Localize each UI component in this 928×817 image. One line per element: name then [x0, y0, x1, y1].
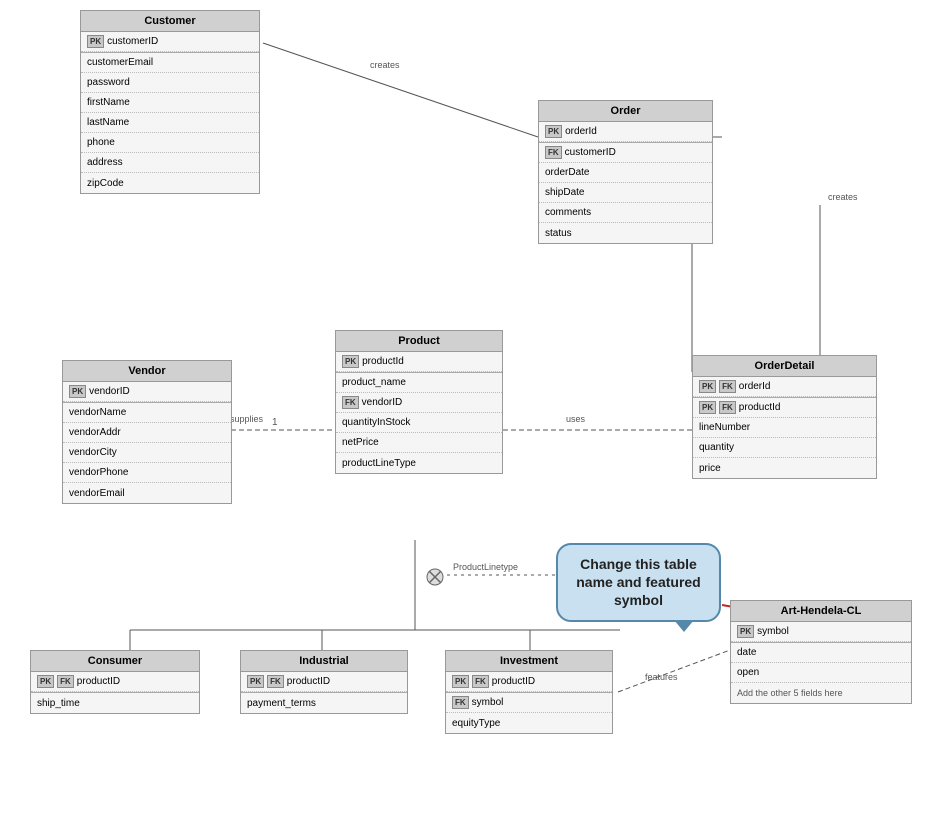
field-vendoraddr: vendorAddr	[63, 423, 231, 443]
field-linenumber: lineNumber	[693, 418, 876, 438]
fk-badge: FK	[472, 675, 489, 688]
pk-badge: PK	[699, 380, 716, 393]
table-art-hendela-fields: PK symbol date open Add the other 5 fiel…	[731, 622, 911, 703]
table-investment-fields: PK FK productID FK symbol equityType	[446, 672, 612, 733]
table-orderdetail-header: OrderDetail	[693, 356, 876, 377]
table-product-fields: PK productId product_name FK vendorID qu…	[336, 352, 502, 473]
table-order-header: Order	[539, 101, 712, 122]
label-creates-right: creates	[828, 192, 858, 202]
field-password: password	[81, 73, 259, 93]
table-orderdetail-fields: PK FK orderId PK FK productId lineNumber…	[693, 377, 876, 478]
table-industrial-header: Industrial	[241, 651, 407, 672]
pk-badge: PK	[247, 675, 264, 688]
field-quantityinstock: quantityInStock	[336, 413, 502, 433]
field-lastname: lastName	[81, 113, 259, 133]
pk-badge: PK	[87, 35, 104, 48]
field-equitytype: equityType	[446, 713, 612, 733]
label-creates-top: creates	[370, 60, 400, 70]
table-art-hendela-header: Art-Hendela-CL	[731, 601, 911, 622]
field-investment-productid: PK FK productID	[446, 672, 612, 692]
table-product: Product PK productId product_name FK ven…	[335, 330, 503, 474]
pk-badge: PK	[69, 385, 86, 398]
field-customerid: PK customerID	[81, 32, 259, 52]
callout-text: Change this table name and featured symb…	[576, 556, 700, 608]
fk-badge: FK	[267, 675, 284, 688]
field-address: address	[81, 153, 259, 173]
label-uses: uses	[566, 414, 586, 424]
field-art-date: date	[731, 643, 911, 663]
pk-badge: PK	[737, 625, 754, 638]
label-supplies: supplies	[230, 414, 264, 424]
field-productid: PK productId	[336, 352, 502, 372]
field-order-customerid: FK customerID	[539, 143, 712, 163]
fk-badge: FK	[719, 401, 736, 414]
table-order: Order PK orderId FK customerID orderDate…	[538, 100, 713, 244]
fk-badge: FK	[719, 380, 736, 393]
field-zipcode: zipCode	[81, 173, 259, 193]
svg-text:1: 1	[272, 417, 278, 428]
pk-badge: PK	[37, 675, 54, 688]
table-customer-fields: PK customerID customerEmail password fir…	[81, 32, 259, 193]
field-orderid: PK orderId	[539, 122, 712, 142]
table-customer: Customer PK customerID customerEmail pas…	[80, 10, 260, 194]
table-consumer-fields: PK FK productID ship_time	[31, 672, 199, 713]
field-art-open: open	[731, 663, 911, 683]
field-customeremail: customerEmail	[81, 53, 259, 73]
table-vendor-fields: PK vendorID vendorName vendorAddr vendor…	[63, 382, 231, 503]
callout-bubble: Change this table name and featured symb…	[556, 543, 721, 622]
productlinetype-symbol	[425, 567, 445, 590]
field-shipdate: shipDate	[539, 183, 712, 203]
field-comments: comments	[539, 203, 712, 223]
label-features: features	[645, 672, 678, 682]
field-netprice: netPrice	[336, 433, 502, 453]
field-investment-symbol: FK symbol	[446, 693, 612, 713]
field-product-name: product_name	[336, 373, 502, 393]
fk-badge: FK	[342, 396, 359, 409]
fk-badge: FK	[545, 146, 562, 159]
field-industrial-productid: PK FK productID	[241, 672, 407, 692]
table-industrial: Industrial PK FK productID payment_terms	[240, 650, 408, 714]
pk-badge: PK	[452, 675, 469, 688]
diagram-canvas: creates creates supplies 1 uses features	[0, 0, 928, 817]
table-order-fields: PK orderId FK customerID orderDate shipD…	[539, 122, 712, 243]
field-od-productid: PK FK productId	[693, 398, 876, 418]
field-phone: phone	[81, 133, 259, 153]
field-product-vendorid: FK vendorID	[336, 393, 502, 413]
field-vendorname: vendorName	[63, 403, 231, 423]
field-price: price	[693, 458, 876, 478]
table-customer-header: Customer	[81, 11, 259, 32]
field-art-symbol: PK symbol	[731, 622, 911, 642]
table-investment: Investment PK FK productID FK symbol equ…	[445, 650, 613, 734]
fk-badge: FK	[57, 675, 74, 688]
table-industrial-fields: PK FK productID payment_terms	[241, 672, 407, 713]
table-product-header: Product	[336, 331, 502, 352]
field-consumer-productid: PK FK productID	[31, 672, 199, 692]
field-productlinetype: productLineType	[336, 453, 502, 473]
field-status: status	[539, 223, 712, 243]
fk-badge: FK	[452, 696, 469, 709]
table-art-hendela: Art-Hendela-CL PK symbol date open Add t…	[730, 600, 912, 704]
table-consumer: Consumer PK FK productID ship_time	[30, 650, 200, 714]
table-consumer-header: Consumer	[31, 651, 199, 672]
table-investment-header: Investment	[446, 651, 612, 672]
field-vendorcity: vendorCity	[63, 443, 231, 463]
field-orderdate: orderDate	[539, 163, 712, 183]
field-firstname: firstName	[81, 93, 259, 113]
pk-badge: PK	[545, 125, 562, 138]
field-vendorid: PK vendorID	[63, 382, 231, 402]
label-productlinetype: ProductLinetype	[453, 562, 518, 572]
field-art-other: Add the other 5 fields here	[731, 683, 911, 703]
field-quantity: quantity	[693, 438, 876, 458]
pk-badge: PK	[342, 355, 359, 368]
field-ship-time: ship_time	[31, 693, 199, 713]
field-vendorphone: vendorPhone	[63, 463, 231, 483]
field-od-orderid: PK FK orderId	[693, 377, 876, 397]
table-vendor-header: Vendor	[63, 361, 231, 382]
pk-badge: PK	[699, 401, 716, 414]
field-payment-terms: payment_terms	[241, 693, 407, 713]
table-vendor: Vendor PK vendorID vendorName vendorAddr…	[62, 360, 232, 504]
field-vendoremail: vendorEmail	[63, 483, 231, 503]
table-orderdetail: OrderDetail PK FK orderId PK FK productI…	[692, 355, 877, 479]
